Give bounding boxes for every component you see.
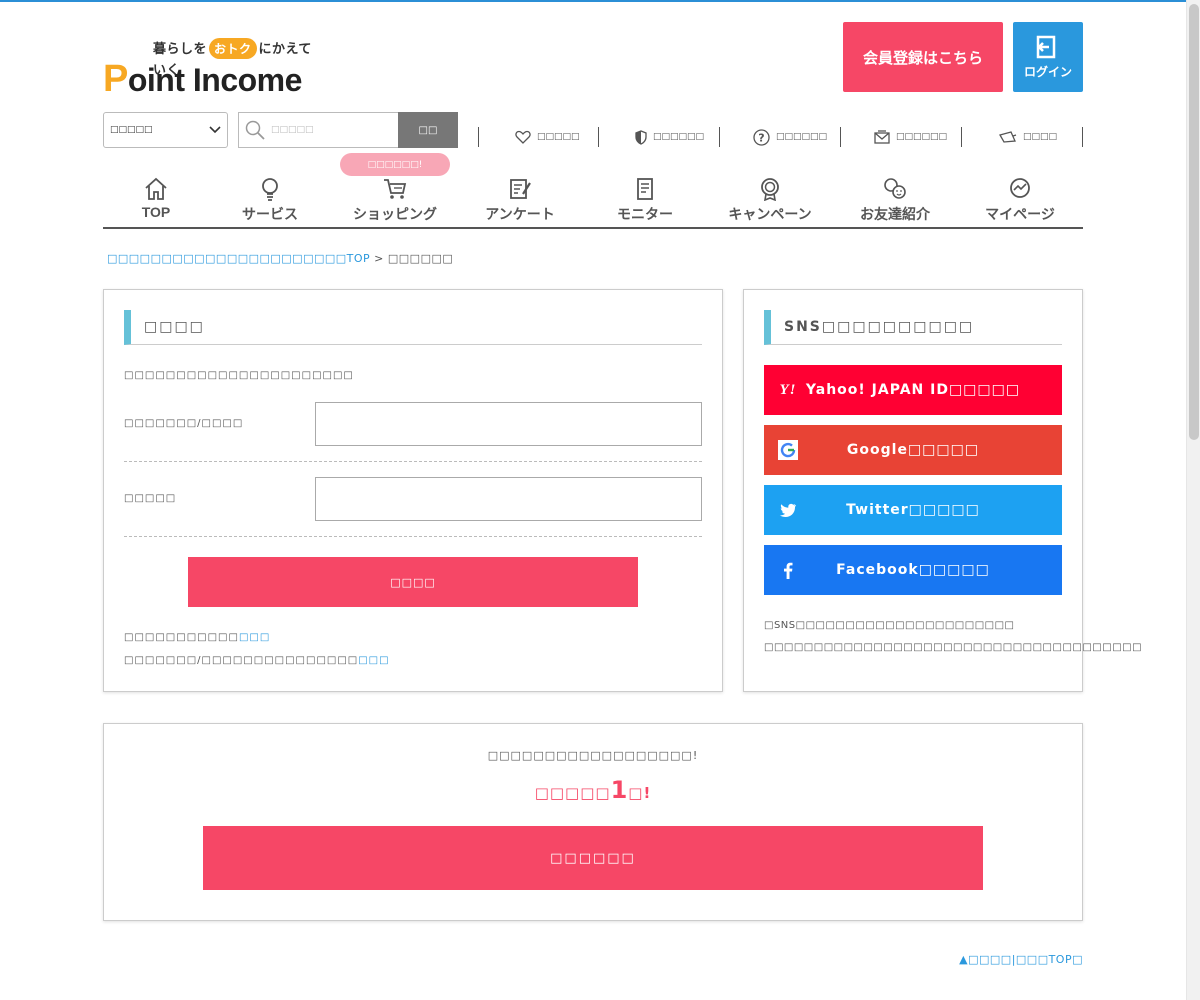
nav-item-friends[interactable]: お友達紹介 [834,177,956,227]
lightbulb-icon [262,178,278,201]
medal-icon [761,178,779,201]
login-description: □□□□□□□□□□□□□□□□□□□□□□ [124,370,354,381]
logo-wordmark: Point Income [103,58,302,100]
login-submit-button[interactable]: □□□□ [188,557,638,607]
mail-icon [874,130,890,144]
top-accent-line [0,0,1186,2]
category-select[interactable]: □□□□□ [103,112,228,148]
nav-item-service[interactable]: サービス [209,177,331,227]
divider [598,127,599,147]
google-icon [778,440,798,460]
nav-item-survey[interactable]: アンケート [459,177,581,227]
footer-links[interactable]: ▲□□□□|□□□TOP□ [959,953,1083,966]
register-cta-highlight: □□□□□1□! [534,776,652,804]
help-forgot-id: □□□□□□□/□□□□□□□□□□□□□□□□□□ [124,655,390,666]
search-input[interactable]: □□□□□ [238,112,398,148]
breadcrumb-current: □□□□□□ [387,252,454,265]
breadcrumb-home-link[interactable]: □□□□□□□□□□□□□□□□□□□□□□TOP [107,252,370,265]
twitter-icon [778,500,798,520]
sns-login-panel: SNS□□□□□□□□□□ Y! Yahoo! JAPAN ID□□□□□ Go… [743,289,1142,692]
password-label: □□□□□ [124,493,177,504]
forgot-password-link[interactable]: □□□ [239,632,270,643]
divider [961,127,962,147]
util-link-help[interactable]: ? □□□□□□ [753,127,827,147]
megaphone-icon [999,131,1017,143]
login-button[interactable]: ログイン [1013,22,1083,92]
cart-icon [384,179,407,199]
nav-item-top[interactable]: TOP [95,177,217,227]
register-button[interactable]: 会員登録はこちら [843,22,1003,92]
site-logo[interactable]: 暮らしを おトク にかえていく Point Income [103,36,318,100]
util-link-favorites[interactable]: □□□□□ [515,127,580,147]
util-link-news[interactable]: □□□□ [999,127,1057,147]
shield-icon [635,129,647,145]
facebook-login-button[interactable]: Facebook□□□□□ [764,545,1062,595]
shopping-badge: □□□□□□! [340,153,450,176]
forgot-id-link[interactable]: □□□ [358,655,389,666]
divider [478,127,479,147]
email-field[interactable] [315,402,702,446]
divider [1082,127,1083,147]
nav-item-monitor[interactable]: モニター [584,177,706,227]
svg-text:?: ? [758,131,764,144]
register-cta-text: □□□□□□□□□□□□□□□□□□! [487,749,699,762]
register-cta-button[interactable]: □□□□□□ [203,826,983,890]
sns-note-2: □□□□□□□□□□□□□□□□□□□□□□□□□□□□□□□□□□□□□□ [764,642,1143,653]
register-cta-panel: □□□□□□□□□□□□□□□□□□! □□□□□1□! □□□□□□ [103,723,1083,921]
email-label: □□□□□□□/□□□□ [124,418,244,429]
main-nav: TOP サービス ショッピング アンケート モニター キャンペーン お友達紹介 [103,177,1083,229]
search-button[interactable]: □□ [398,112,458,148]
google-login-button[interactable]: Google□□□□□ [764,425,1062,475]
sns-note-1: □SNS□□□□□□□□□□□□□□□□□□□□□□ [764,620,1015,631]
util-link-security[interactable]: □□□□□□ [635,127,704,147]
mypage-icon [1010,178,1030,198]
search-icon [245,120,265,140]
help-icon: ? [753,128,770,146]
divider [719,127,720,147]
document-icon [637,178,653,200]
survey-icon [510,179,531,199]
yahoo-icon: Y! [779,381,797,398]
login-panel: □□□□ □□□□□□□□□□□□□□□□□□□□□□ □□□□□□□/□□□□… [103,289,723,692]
login-icon [1036,35,1056,58]
scrollbar[interactable] [1186,0,1200,1000]
password-field[interactable] [315,477,702,521]
help-forgot-password: □□□□□□□□□□□□□□ [124,632,271,643]
login-title: □□□□ [124,310,702,345]
chevron-down-icon [209,126,221,134]
nav-item-shopping[interactable]: ショッピング [334,177,456,227]
nav-item-campaign[interactable]: キャンペーン [709,177,831,227]
friends-icon [884,178,906,199]
nav-item-mypage[interactable]: マイページ [959,177,1081,227]
sns-title: SNS□□□□□□□□□□ [764,310,1062,345]
heart-icon [515,130,531,144]
divider [840,127,841,147]
yahoo-login-button[interactable]: Y! Yahoo! JAPAN ID□□□□□ [764,365,1062,415]
twitter-login-button[interactable]: Twitter□□□□□ [764,485,1062,535]
home-icon [145,177,167,200]
breadcrumb: □□□□□□□□□□□□□□□□□□□□□□TOP > □□□□□□ [107,252,454,265]
divider [124,461,702,462]
facebook-icon [778,560,798,580]
divider [124,536,702,537]
scrollbar-thumb[interactable] [1189,4,1199,440]
util-link-inquiry[interactable]: □□□□□□ [874,127,947,147]
